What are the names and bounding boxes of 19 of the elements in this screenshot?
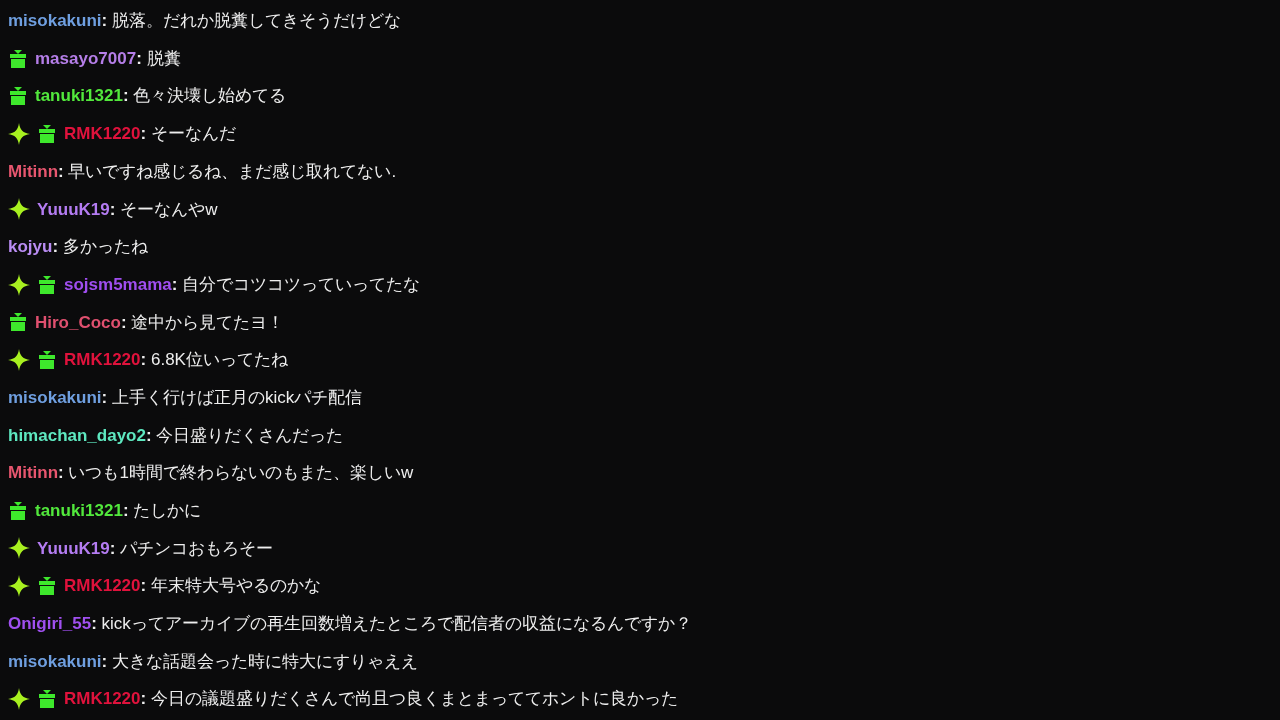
chat-message: Onigiri_55: kickってアーカイブの再生回数増えたところで配信者の収益になるんですか？ — [8, 613, 692, 636]
chat-message: kojyu: 多かったね — [8, 236, 148, 259]
chat-message: YuuuK19: パチンコおもろそー — [37, 537, 274, 560]
chat-message: RMK1220: 年末特大号やるのかな — [64, 575, 321, 598]
chat-message: RMK1220: そーなんだ — [64, 123, 236, 146]
chat-message: misokakuni: 上手く行けば正月のkickパチ配信 — [8, 386, 363, 409]
chat-message: himachan_dayo2: 今日盛りだくさんだった — [8, 424, 344, 447]
chat-message: RMK1220: 今日の議題盛りだくさんで尚且つ良くまとまっててホントに良かった — [64, 688, 678, 711]
chat-message: YuuuK19: そーなんやw — [37, 198, 218, 221]
chat-message: RMK1220: 6.8K位いってたね — [64, 349, 288, 372]
chat-message: misokakuni: 大きな話題会った時に特大にすりゃええ — [8, 650, 418, 673]
chat-message: Hiro_Coco: 途中から見てたヨ！ — [35, 311, 285, 334]
chat-message: Mitinn: 早いですね感じるね、まだ感じ取れてない. — [8, 160, 397, 183]
chat-message: tanuki1321: 色々決壊し始めてる — [35, 85, 287, 108]
chat-message: masayo7007: 脱糞 — [35, 47, 181, 70]
chat-message: misokakuni: 脱落。だれか脱糞してきそうだけどな — [8, 10, 401, 33]
chat-message: Mitinn: いつも1時間で終わらないのもまた、楽しいw — [8, 462, 414, 485]
chat-message: sojsm5mama: 自分でコツコツっていってたな — [64, 273, 421, 296]
chat-message: tanuki1321: たしかに — [35, 500, 202, 523]
